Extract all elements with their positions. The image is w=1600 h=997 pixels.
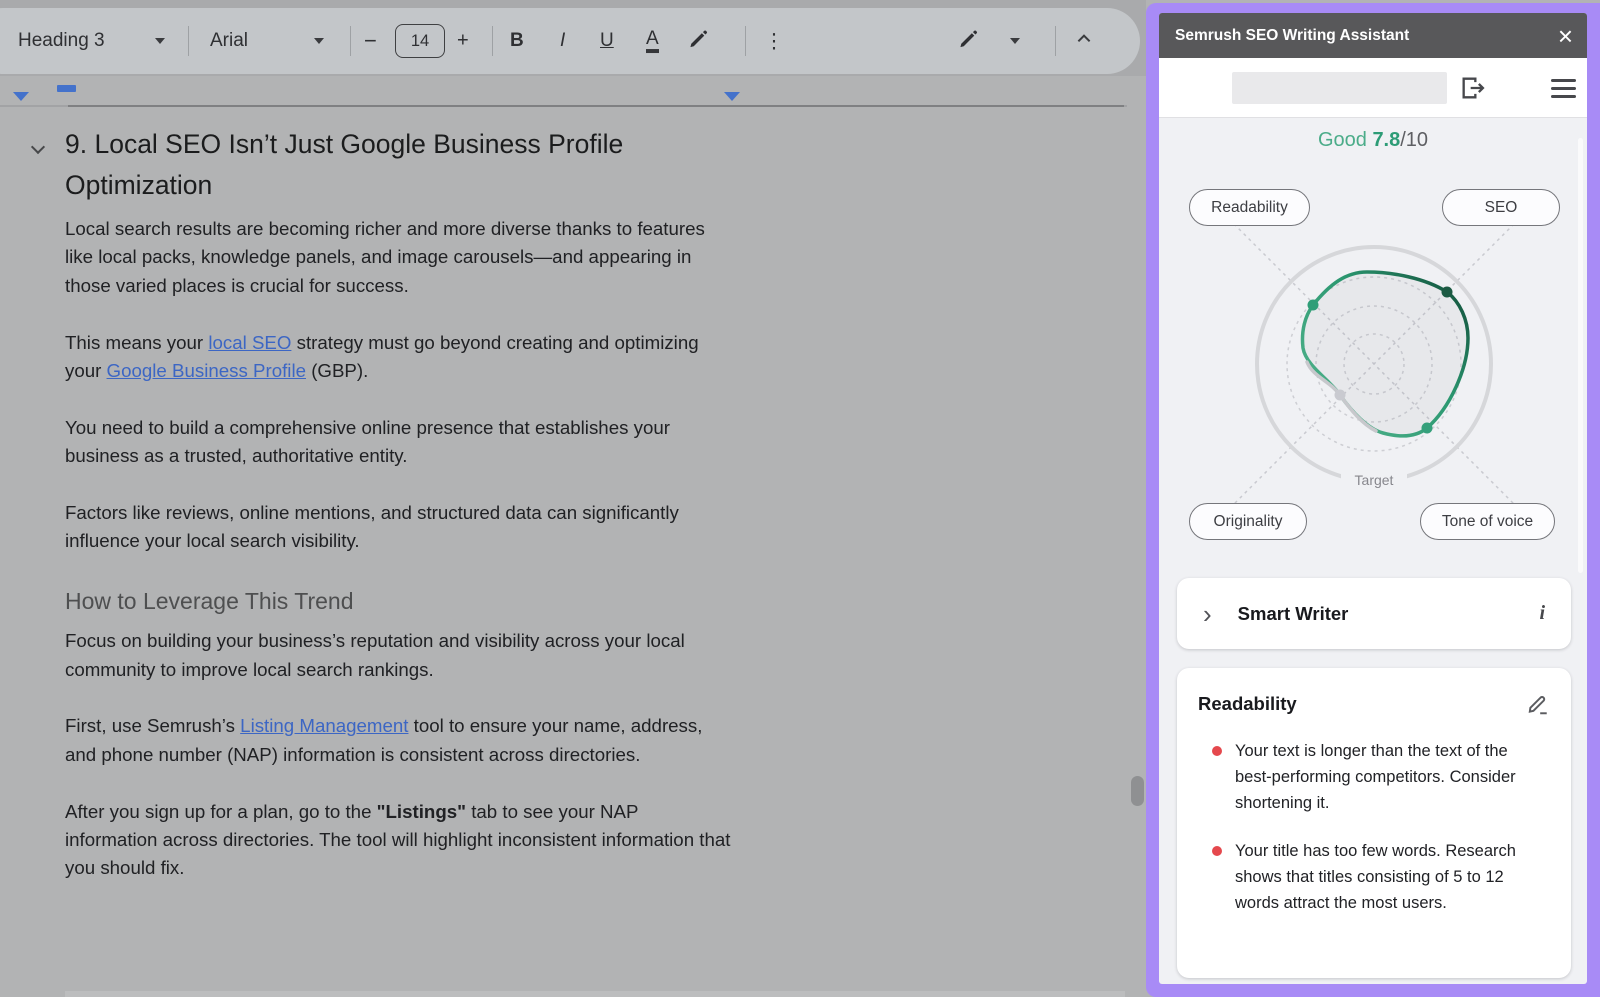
- next-block-edge: [65, 991, 1125, 997]
- ruler-line-page: [68, 105, 1124, 107]
- score-max: /10: [1400, 129, 1428, 151]
- doc-paragraph: Local search results are becoming richer…: [65, 215, 733, 300]
- doc-heading: 9. Local SEO Isn’t Just Google Business …: [65, 124, 733, 206]
- close-icon[interactable]: ×: [1558, 23, 1573, 49]
- toolbar-divider: [745, 26, 746, 56]
- chevron-down-icon[interactable]: [155, 38, 165, 44]
- score-gauge-chart: Target: [1159, 173, 1587, 540]
- panel-header: Semrush SEO Writing Assistant ×: [1159, 13, 1587, 58]
- doc-paragraph: First, use Semrush’s Listing Management …: [65, 712, 733, 769]
- highlight-color-button[interactable]: [688, 28, 710, 55]
- font-family-selector[interactable]: Arial: [210, 30, 248, 52]
- panel-toolbar: [1159, 58, 1587, 118]
- more-options-button[interactable]: ⋮: [764, 29, 784, 54]
- pill-tone-of-voice[interactable]: Tone of voice: [1420, 503, 1555, 540]
- decrease-font-size-button[interactable]: −: [364, 28, 377, 54]
- tone-point: [1422, 423, 1433, 434]
- doc-paragraph: This means your local SEO strategy must …: [65, 329, 733, 386]
- overall-score: Good 7.8/10: [1159, 129, 1587, 152]
- semrush-panel: Semrush SEO Writing Assistant × Good 7.8…: [1159, 13, 1587, 984]
- smart-writer-card[interactable]: › Smart Writer i: [1177, 578, 1571, 649]
- doc-paragraph: Focus on building your business’s reputa…: [65, 627, 733, 684]
- italic-button[interactable]: I: [560, 30, 565, 52]
- panel-scrollbar-thumb[interactable]: [1578, 138, 1583, 573]
- toolbar-divider: [350, 26, 351, 56]
- export-button[interactable]: [1459, 74, 1487, 102]
- document-page: 9. Local SEO Isn’t Just Google Business …: [65, 124, 733, 911]
- semrush-panel-frame: Semrush SEO Writing Assistant × Good 7.8…: [1146, 3, 1600, 997]
- chevron-down-icon[interactable]: [314, 38, 324, 44]
- seo-point: [1442, 287, 1453, 298]
- chevron-right-icon[interactable]: ›: [1203, 601, 1212, 627]
- pill-originality[interactable]: Originality: [1189, 503, 1307, 540]
- pill-seo[interactable]: SEO: [1442, 189, 1560, 226]
- increase-font-size-button[interactable]: +: [457, 30, 469, 53]
- pencil-icon: [1526, 692, 1550, 716]
- score-contour: [1302, 272, 1468, 436]
- docs-toolbar: Heading 3 Arial − 14 + B I U A ⋮: [0, 8, 1140, 74]
- readability-point: [1308, 300, 1319, 311]
- score-value: 7.8: [1372, 129, 1400, 151]
- panel-field-placeholder[interactable]: [1232, 72, 1447, 104]
- issue-item: Your text is longer than the text of the…: [1198, 738, 1550, 816]
- toolbar-divider: [188, 26, 189, 56]
- google-business-profile-link[interactable]: Google Business Profile: [107, 360, 306, 381]
- first-line-indent-marker[interactable]: [57, 85, 76, 92]
- readability-card-title: Readability: [1198, 693, 1297, 715]
- score-label: Good: [1318, 129, 1367, 151]
- doc-paragraph: You need to build a comprehensive online…: [65, 414, 733, 471]
- text-color-button[interactable]: A: [646, 29, 659, 53]
- chevron-up-icon: [1075, 30, 1093, 48]
- chevron-down-icon[interactable]: [1010, 38, 1020, 44]
- docs-scrollbar-thumb[interactable]: [1131, 776, 1144, 806]
- smart-writer-title: Smart Writer: [1238, 603, 1349, 625]
- collapse-heading-chevron-icon[interactable]: [31, 140, 45, 154]
- originality-gray-segment: [1307, 362, 1376, 431]
- doc-subheading: How to Leverage This Trend: [65, 584, 733, 618]
- editing-mode-button[interactable]: [958, 28, 980, 55]
- doc-paragraph: After you sign up for a plan, go to the …: [65, 798, 733, 883]
- right-indent-marker[interactable]: [724, 92, 740, 101]
- highlighter-icon: [688, 28, 710, 50]
- local-seo-link[interactable]: local SEO: [208, 332, 291, 353]
- menu-button[interactable]: [1551, 79, 1576, 98]
- red-dot-icon: [1212, 846, 1222, 856]
- export-icon: [1459, 74, 1487, 102]
- left-indent-marker[interactable]: [13, 92, 29, 101]
- issue-item: Your title has too few words. Research s…: [1198, 838, 1550, 916]
- hide-menus-button[interactable]: [1075, 30, 1093, 53]
- readability-issues: Your text is longer than the text of the…: [1198, 738, 1550, 916]
- listing-management-link[interactable]: Listing Management: [240, 715, 408, 736]
- panel-title: Semrush SEO Writing Assistant: [1175, 27, 1409, 45]
- bold-button[interactable]: B: [510, 30, 524, 52]
- pen-icon: [958, 28, 980, 50]
- edit-button[interactable]: [1526, 692, 1550, 716]
- toolbar-divider: [492, 26, 493, 56]
- red-dot-icon: [1212, 746, 1222, 756]
- pill-readability[interactable]: Readability: [1189, 189, 1310, 226]
- originality-point: [1335, 390, 1346, 401]
- doc-paragraph: Factors like reviews, online mentions, a…: [65, 499, 733, 556]
- toolbar-divider: [1055, 26, 1056, 56]
- info-icon[interactable]: i: [1539, 602, 1545, 625]
- paragraph-style-selector[interactable]: Heading 3: [18, 30, 105, 52]
- readability-card-header: Readability: [1198, 692, 1550, 716]
- font-size-input[interactable]: 14: [395, 24, 445, 58]
- hamburger-icon: [1551, 79, 1576, 82]
- readability-card: Readability Your text is longer than the…: [1177, 668, 1571, 978]
- gauge-target-label: Target: [1355, 472, 1394, 488]
- underline-button[interactable]: U: [600, 30, 614, 52]
